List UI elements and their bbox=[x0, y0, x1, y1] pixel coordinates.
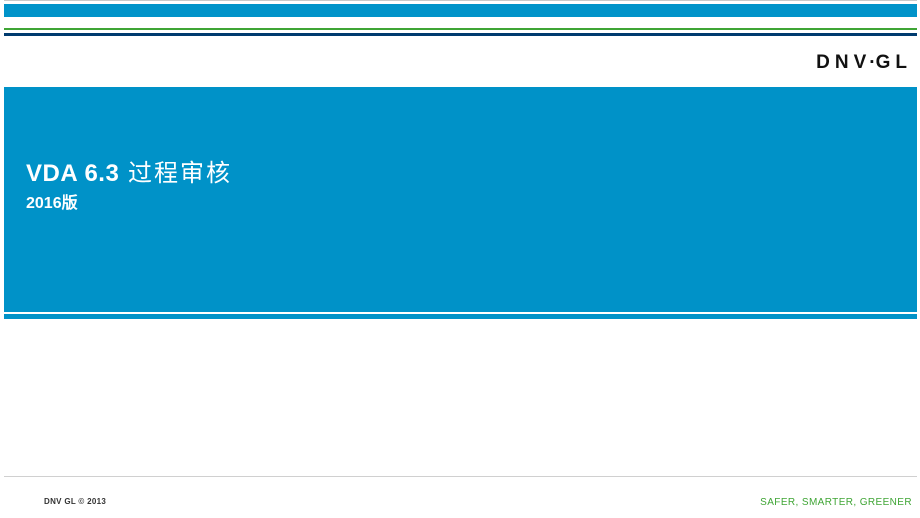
top-green-line bbox=[4, 28, 917, 30]
hero-subtitle: 2016版 bbox=[26, 189, 78, 213]
logo-text-2: GL bbox=[876, 52, 912, 73]
logo-text-1: DNV bbox=[816, 52, 871, 73]
hero-title: VDA 6.3 过程审核 bbox=[26, 153, 232, 188]
top-hairline bbox=[4, 0, 917, 1]
mid-cyan-bar bbox=[4, 314, 917, 319]
top-cyan-bar bbox=[4, 4, 917, 17]
hero-title-rest: 过程审核 bbox=[119, 160, 232, 187]
top-navy-line bbox=[4, 33, 917, 36]
brand-logo: DNV·GL bbox=[816, 52, 912, 74]
footer-divider bbox=[4, 476, 917, 477]
hero-title-strong: VDA 6.3 bbox=[26, 160, 119, 187]
footer-tagline: SAFER, SMARTER, GREENER bbox=[760, 497, 912, 508]
footer-copyright: DNV GL © 2013 bbox=[44, 497, 106, 506]
hero-banner: VDA 6.3 过程审核 2016版 bbox=[4, 87, 917, 312]
